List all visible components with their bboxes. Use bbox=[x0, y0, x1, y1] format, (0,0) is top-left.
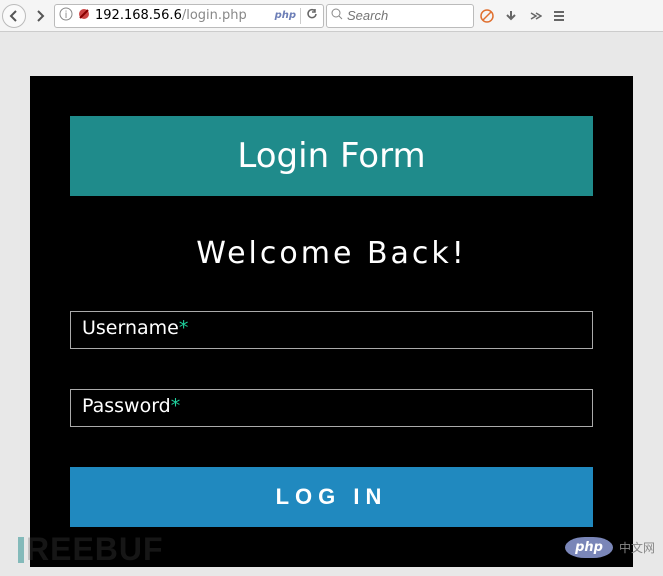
login-header: Login Form bbox=[70, 116, 593, 196]
password-field-wrap: Password* bbox=[70, 389, 593, 427]
browser-toolbar: i 192.168.56.6/login.php php bbox=[0, 0, 663, 32]
menu-icon[interactable] bbox=[548, 9, 570, 23]
login-button[interactable]: LOG IN bbox=[70, 467, 593, 527]
url-text: 192.168.56.6/login.php bbox=[95, 8, 271, 23]
page-content: Login Form Welcome Back! Username* Passw… bbox=[0, 32, 663, 567]
forward-button[interactable] bbox=[28, 4, 52, 28]
back-button[interactable] bbox=[2, 4, 26, 28]
download-icon[interactable] bbox=[500, 9, 522, 23]
info-icon[interactable]: i bbox=[59, 7, 73, 25]
svg-text:i: i bbox=[65, 10, 68, 21]
search-icon bbox=[331, 8, 343, 24]
block-icon[interactable] bbox=[476, 8, 498, 24]
url-bar[interactable]: i 192.168.56.6/login.php php bbox=[54, 4, 324, 28]
welcome-text: Welcome Back! bbox=[70, 236, 593, 271]
username-field-wrap: Username* bbox=[70, 311, 593, 349]
login-card: Login Form Welcome Back! Username* Passw… bbox=[30, 76, 633, 567]
noscript-icon[interactable] bbox=[77, 7, 91, 25]
username-input[interactable] bbox=[70, 311, 593, 349]
overflow-icon[interactable] bbox=[524, 9, 546, 23]
php-badge: php bbox=[275, 10, 296, 21]
watermark-freebuf: REEBUF bbox=[18, 531, 164, 568]
password-input[interactable] bbox=[70, 389, 593, 427]
watermark-php: php 中文网 bbox=[565, 537, 655, 558]
reload-icon[interactable] bbox=[305, 7, 319, 25]
php-cn-text: 中文网 bbox=[619, 539, 655, 556]
search-bar[interactable] bbox=[326, 4, 474, 28]
php-logo-icon: php bbox=[565, 537, 613, 558]
login-title: Login Form bbox=[70, 136, 593, 176]
search-input[interactable] bbox=[347, 8, 525, 23]
